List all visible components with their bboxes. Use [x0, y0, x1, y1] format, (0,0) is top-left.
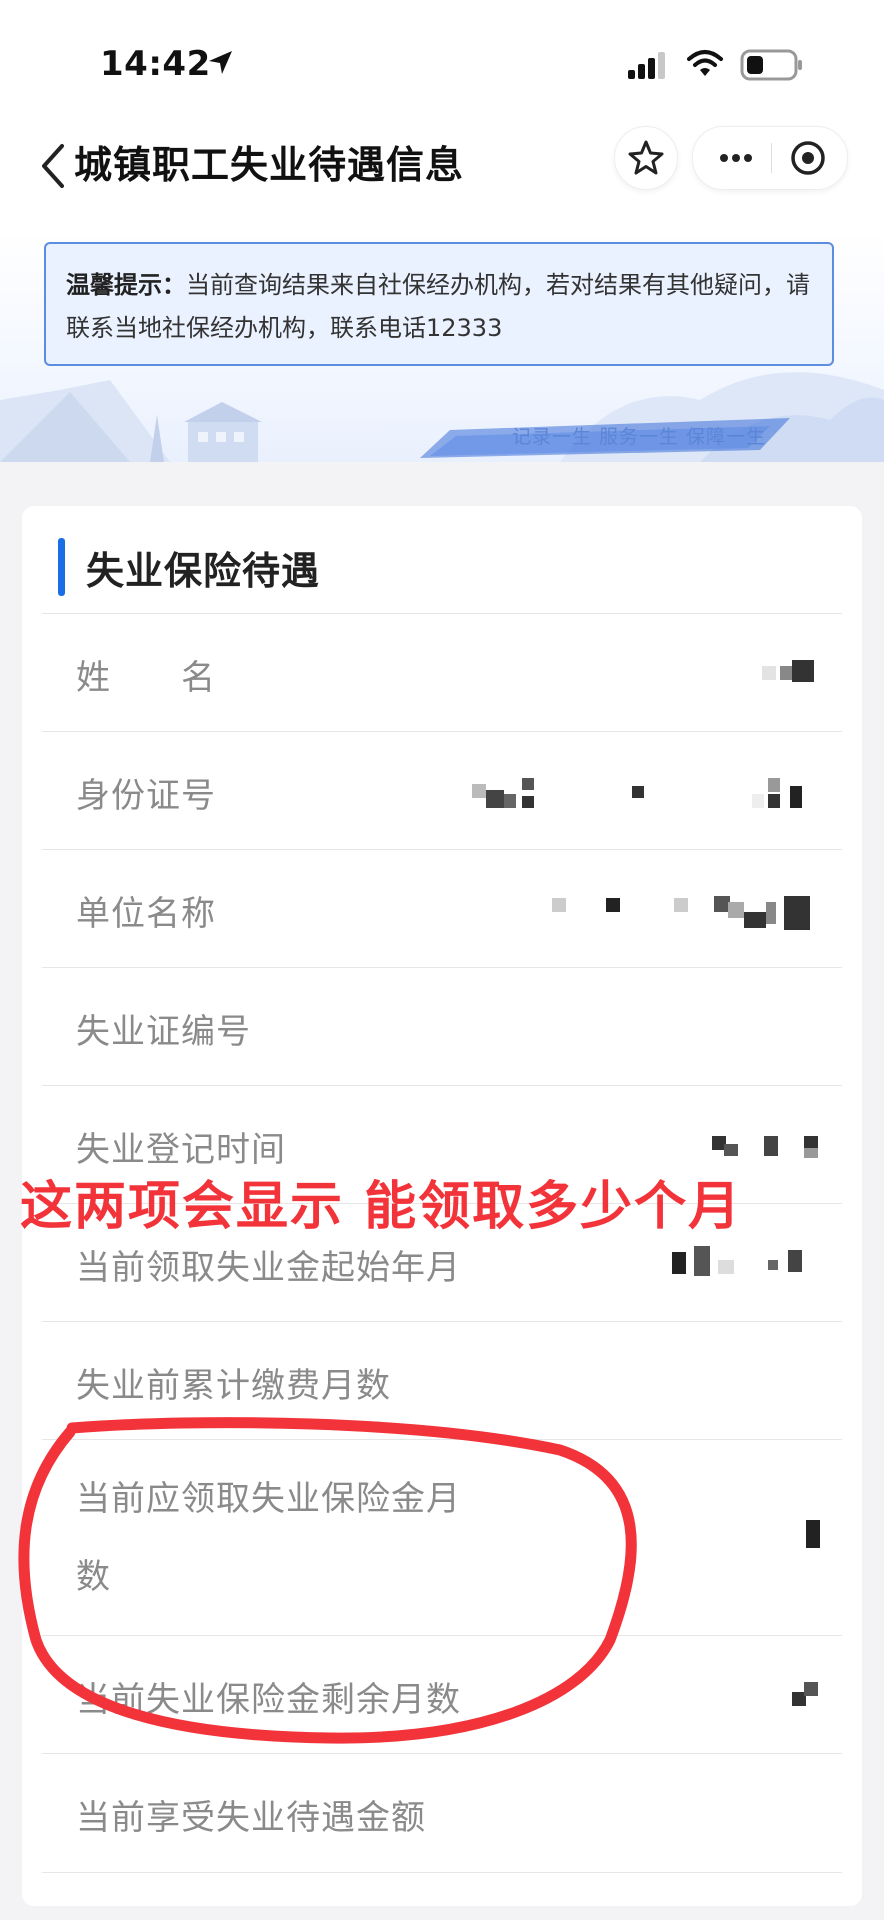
info-row-remaining-months: 当前失业保险金剩余月数 [42, 1635, 842, 1754]
row-label: 当前享受失业待遇金额 [76, 1798, 426, 1838]
row-label: 失业证编号 [76, 1012, 251, 1052]
row-label: 当前失业保险金剩余月数 [76, 1680, 461, 1720]
masked-value [712, 1132, 822, 1172]
page-title: 城镇职工失业待遇信息 [74, 143, 465, 187]
row-label: 失业前累计缴费月数 [76, 1366, 391, 1406]
row-label: 身份证号 [76, 776, 216, 816]
masked-value [762, 660, 822, 700]
info-row-benefit-amount: 当前享受失业待遇金额 [42, 1753, 842, 1873]
banner-slogan: 记录一生 服务一生 保障一生 [512, 426, 767, 448]
section-title: 失业保险待遇 [86, 549, 321, 593]
info-row-employer: 单位名称 [42, 849, 842, 968]
battery-icon [740, 49, 802, 81]
row-label: 姓 名 [76, 658, 216, 698]
miniprogram-capsule [692, 126, 848, 190]
star-icon [628, 140, 664, 175]
masked-value [792, 1682, 822, 1722]
info-row-id-number: 身份证号 [42, 731, 842, 850]
masked-value [472, 778, 822, 818]
capsule-divider [771, 143, 772, 173]
row-label: 当前领取失业金起始年月 [76, 1248, 461, 1288]
row-label: 单位名称 [76, 894, 216, 934]
location-arrow-icon [209, 51, 232, 74]
annotation-text: 这两项会显示 能领取多少个月 [20, 1177, 743, 1237]
row-label: 失业登记时间 [76, 1130, 286, 1170]
cellular-signal-icon [628, 52, 665, 79]
back-arrow-icon[interactable] [36, 136, 72, 196]
info-row-entitled-months: 当前应领取失业保险金月 数 [42, 1439, 842, 1636]
info-row-name: 姓 名 [42, 613, 842, 732]
status-time: 14:42 [100, 44, 211, 84]
nav-bar: 城镇职工失业待遇信息 [0, 110, 884, 230]
info-banner: 温馨提示：当前查询结果来自社保经办机构，若对结果有其他疑问，请联系当地社保经办机… [0, 230, 884, 462]
masked-value [552, 896, 822, 936]
notice-box: 温馨提示：当前查询结果来自社保经办机构，若对结果有其他疑问，请联系当地社保经办机… [44, 242, 834, 366]
close-target-icon[interactable] [777, 127, 839, 189]
notice-label: 温馨提示： [66, 271, 186, 299]
masked-value [806, 1520, 822, 1560]
favorite-button[interactable] [614, 126, 678, 190]
masked-value [672, 1246, 822, 1286]
info-row-cert-number: 失业证编号 [42, 967, 842, 1086]
wifi-icon [687, 50, 723, 76]
more-dots-icon[interactable] [703, 127, 769, 189]
row-label: 当前应领取失业保险金月 数 [76, 1479, 461, 1597]
status-bar: 14:42 [0, 0, 884, 110]
info-row-paid-months: 失业前累计缴费月数 [42, 1321, 842, 1440]
section-accent-bar [58, 538, 65, 596]
